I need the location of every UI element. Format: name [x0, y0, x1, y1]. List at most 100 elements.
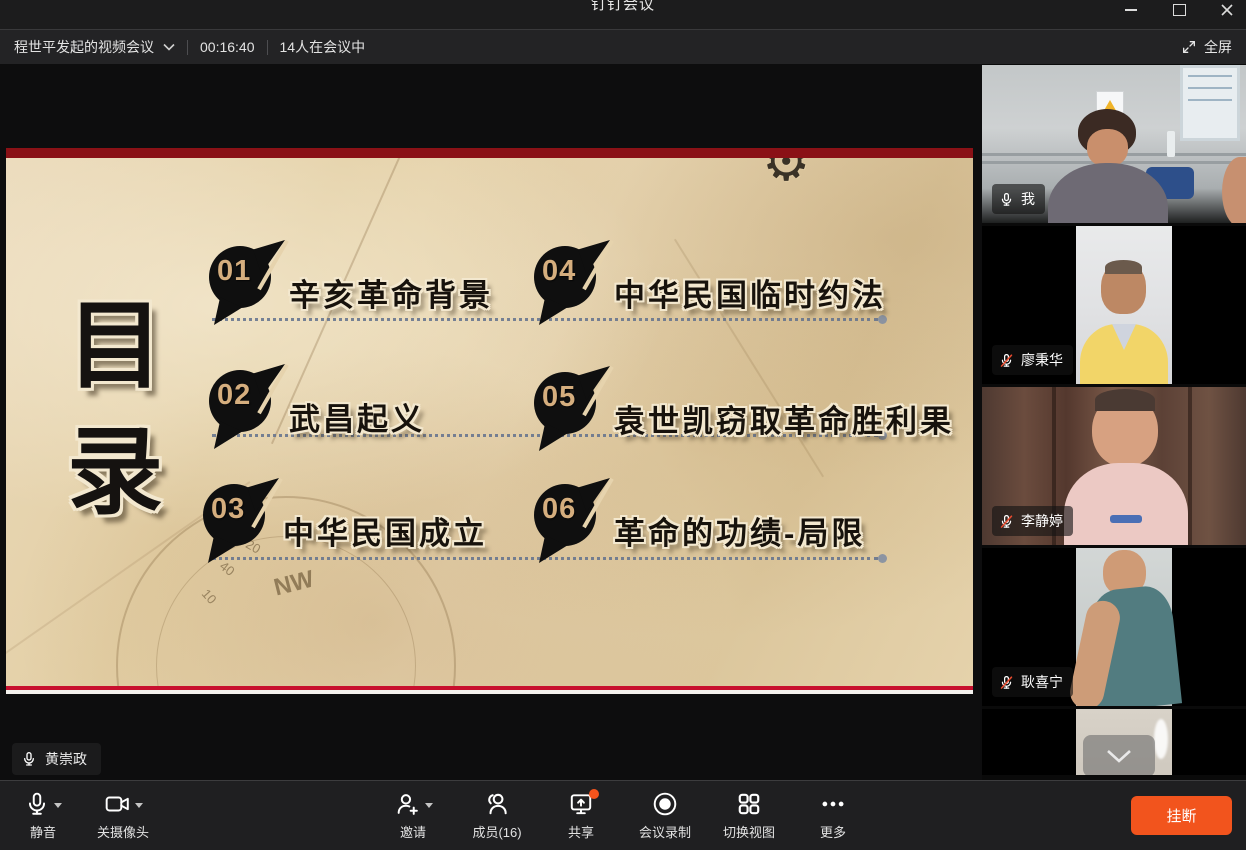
toc-item-label: 中华民国临时约法 — [614, 270, 886, 315]
participant-video-partial[interactable] — [982, 709, 1246, 775]
share-label: 共享 — [568, 822, 594, 841]
toolbar-center-group: 邀请 成员(16) — [386, 790, 860, 841]
members-label: 成员(16) — [472, 822, 521, 841]
participant-name: 李静婷 — [1021, 511, 1063, 531]
participant-name: 耿喜宁 — [1021, 672, 1063, 692]
scroll-down-button[interactable] — [1083, 735, 1155, 775]
meeting-content: NW 40 10 20 ⚙ 目录 01 辛亥革命背景 02 武昌起 — [0, 64, 1246, 780]
record-button[interactable]: 会议录制 — [638, 790, 692, 841]
active-speaker-indicator: 黄崇政 — [12, 743, 101, 775]
participant-video-me[interactable]: 我 — [982, 65, 1246, 223]
switch-view-label: 切换视图 — [723, 822, 775, 841]
camera-label: 关摄像头 — [97, 822, 149, 841]
participant-video-liaobinghua[interactable]: 廖秉华 — [982, 226, 1246, 384]
slide-bottom-white-line — [6, 690, 973, 694]
presentation-slide: NW 40 10 20 ⚙ 目录 01 辛亥革命背景 02 武昌起 — [6, 148, 973, 694]
toc-number-pin: 06 — [534, 484, 596, 546]
camera-button[interactable]: 关摄像头 — [96, 790, 150, 841]
toolbar-left-group: 静音 关摄像头 — [16, 790, 150, 841]
maximize-icon[interactable] — [1172, 3, 1186, 17]
mic-muted-icon — [999, 675, 1014, 690]
toc-item-label: 革命的功绩-局限 — [614, 508, 865, 553]
members-button[interactable]: 成员(16) — [470, 790, 524, 841]
chevron-down-icon — [1106, 749, 1132, 763]
divider — [267, 40, 268, 55]
participant-label: 耿喜宁 — [992, 667, 1073, 697]
toc-item-2: 02 武昌起义 — [209, 370, 425, 439]
toc-title: 目录 — [61, 284, 169, 536]
shared-screen-stage: NW 40 10 20 ⚙ 目录 01 辛亥革命背景 02 武昌起 — [0, 64, 982, 780]
participant-label: 李静婷 — [992, 506, 1073, 536]
toc-number-pin: 04 — [534, 246, 596, 308]
minimize-icon[interactable] — [1124, 3, 1138, 17]
meeting-info-bar: 程世平发起的视频会议 00:16:40 14人在会议中 全屏 — [0, 30, 1246, 64]
meeting-title: 程世平发起的视频会议 — [14, 37, 154, 57]
window-controls — [1124, 0, 1234, 20]
toc-item-5: 05 袁世凯窃取革命胜利果 — [534, 372, 954, 441]
hangup-button[interactable]: 挂断 — [1131, 796, 1232, 835]
more-label: 更多 — [820, 822, 846, 841]
record-label: 会议录制 — [639, 822, 691, 841]
divider — [187, 40, 188, 55]
mute-button[interactable]: 静音 — [16, 790, 70, 841]
meeting-toolbar: 静音 关摄像头 — [0, 780, 1246, 850]
camera-icon — [104, 791, 131, 817]
fullscreen-button[interactable]: 全屏 — [1181, 37, 1232, 57]
toc-item-6: 06 革命的功绩-局限 — [534, 484, 865, 553]
toc-number-pin: 02 — [209, 370, 271, 432]
mic-on-icon — [999, 192, 1014, 207]
member-count-status: 14人在会议中 — [280, 37, 366, 57]
share-button[interactable]: 共享 — [554, 790, 608, 841]
window-titlebar: 钉钉会议 — [0, 0, 1246, 30]
switch-view-button[interactable]: 切换视图 — [722, 790, 776, 841]
participant-label: 廖秉华 — [992, 345, 1073, 375]
toc-item-label: 武昌起义 — [289, 394, 425, 439]
participant-video-gengxining[interactable]: 耿喜宁 — [982, 548, 1246, 706]
participant-name: 廖秉华 — [1021, 350, 1063, 370]
toc-number-pin: 01 — [209, 246, 271, 308]
invite-label: 邀请 — [400, 822, 426, 841]
camera-options-caret[interactable] — [135, 803, 143, 808]
invite-options-caret[interactable] — [425, 803, 433, 808]
record-icon — [652, 791, 678, 817]
mute-label: 静音 — [30, 822, 56, 841]
toc-item-4: 04 中华民国临时约法 — [534, 246, 886, 315]
close-icon[interactable] — [1220, 3, 1234, 17]
toc-item-1: 01 辛亥革命背景 — [209, 246, 493, 315]
mic-on-icon — [21, 751, 37, 767]
members-icon — [484, 791, 510, 817]
toc-number-pin: 05 — [534, 372, 596, 434]
share-notification-badge — [589, 789, 599, 799]
invite-button[interactable]: 邀请 — [386, 790, 440, 841]
invite-person-icon — [394, 791, 421, 817]
more-button[interactable]: 更多 — [806, 790, 860, 841]
fullscreen-icon — [1181, 39, 1197, 55]
fullscreen-label: 全屏 — [1204, 37, 1232, 57]
slide-body: NW 40 10 20 ⚙ 目录 01 辛亥革命背景 02 武昌起 — [6, 158, 973, 686]
mic-options-caret[interactable] — [54, 803, 62, 808]
toc-item-label: 袁世凯窃取革命胜利果 — [614, 396, 954, 441]
toc-number-pin: 03 — [203, 484, 265, 546]
participant-label: 我 — [992, 184, 1045, 214]
slide-top-red-bar — [6, 148, 973, 158]
mic-icon — [24, 791, 50, 817]
active-speaker-name: 黄崇政 — [45, 749, 87, 769]
more-dots-icon — [820, 791, 846, 817]
grid-view-icon — [736, 791, 762, 817]
video-feed — [1076, 226, 1172, 384]
meeting-timer: 00:16:40 — [200, 39, 255, 55]
chevron-down-icon — [163, 43, 175, 51]
toc-item-label: 辛亥革命背景 — [289, 270, 493, 315]
mic-muted-icon — [999, 514, 1014, 529]
app-title: 钉钉会议 — [0, 0, 1246, 14]
participant-name: 我 — [1021, 189, 1035, 209]
participant-video-lijingting[interactable]: 李静婷 — [982, 387, 1246, 545]
toc-item-3: 03 中华民国成立 — [203, 484, 487, 553]
gear-icon: ⚙ — [762, 158, 810, 193]
video-feed — [1076, 548, 1172, 706]
participant-sidebar: 我 廖秉华 — [982, 64, 1246, 780]
meeting-title-dropdown[interactable]: 程世平发起的视频会议 — [14, 37, 175, 57]
toc-item-label: 中华民国成立 — [283, 508, 487, 553]
mic-muted-icon — [999, 353, 1014, 368]
dingtalk-meeting-window: 钉钉会议 程世平发起的视频会议 00:16:40 14人在会议中 全屏 — [0, 0, 1246, 850]
